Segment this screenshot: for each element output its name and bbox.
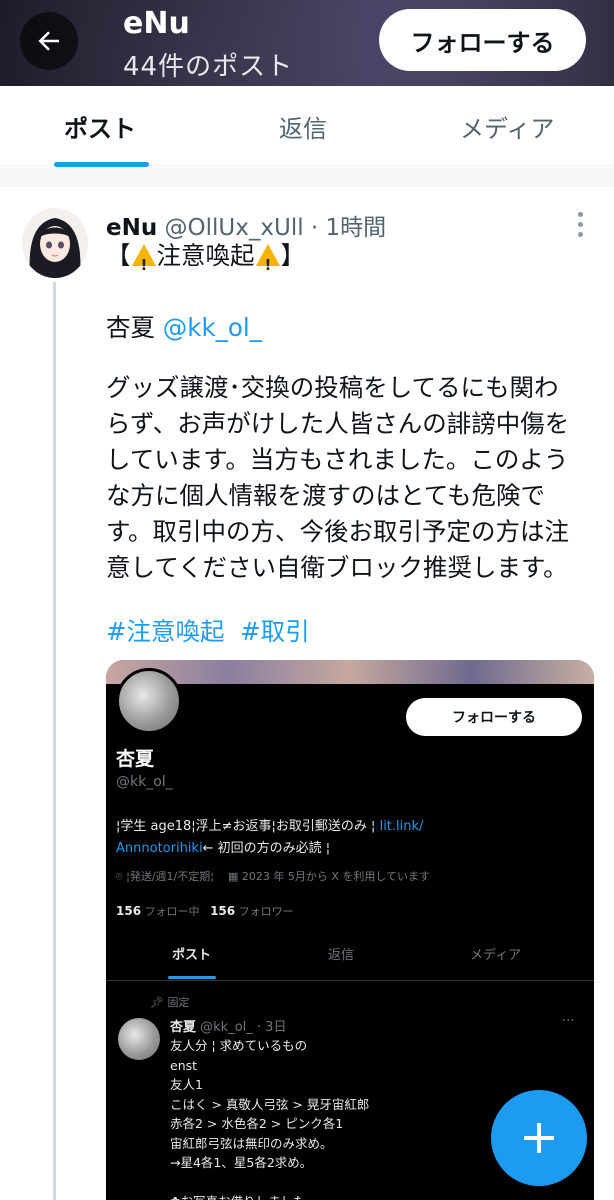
heading-text: 注意喚起 (156, 241, 255, 270)
bio-link: Annnotorihiki (116, 841, 203, 856)
embedded-tab-media: メディア (470, 948, 522, 963)
embedded-post-text: 友人分 ¦ 求めているもの enst 友人1 こはく > 真敬人弓弦 > 晃牙宙… (170, 1036, 369, 1200)
mention-link[interactable]: @kk_ol_ (163, 313, 262, 342)
avatar-image (22, 208, 88, 278)
embedded-post-line: 友人分 ¦ 求めているもの (170, 1038, 308, 1053)
embedded-post-avatar (118, 1018, 160, 1060)
embedded-bio: ¦学生 age18¦浮上≠お返事¦お取引郵送のみ ¦ lit.link/ Ann… (116, 816, 423, 860)
mention-prefix: 杏夏 (106, 313, 163, 342)
embedded-post-line: 赤各2 > 水色各2 > ピンク各1 (170, 1116, 344, 1131)
arrow-left-icon (38, 31, 59, 51)
post-body-line: 意してください自衛ブロック推奨します。 (106, 553, 568, 582)
pinned-text: 固定 (167, 996, 190, 1009)
following-label: フォロー中 (144, 905, 200, 918)
pinned-label: 📌︎ 固定 (150, 994, 189, 1010)
profile-header: eNu 44件のポスト フォローする (0, 0, 614, 86)
bio-text: ¦学生 age18¦浮上≠お返事¦お取引郵送のみ ¦ (116, 819, 376, 834)
embedded-post-name: 杏夏 (170, 1020, 197, 1035)
embedded-stats: 156 フォロー中 156 フォロワー (116, 903, 294, 919)
profile-name: eNu (123, 6, 190, 41)
post-body-line: な方に個人情報を渡すのはとても危険で (106, 481, 546, 510)
more-vertical-icon[interactable] (572, 212, 588, 238)
pin-icon: 📌︎ (150, 996, 164, 1009)
post-body-line: らず、お声がけした人皆さんの誹謗中傷を (106, 409, 570, 438)
post-heading: 【注意喚起】 (106, 238, 306, 283)
bio-text: ← 初回の方のみ必読 ¦ (202, 841, 331, 856)
warning-icon (131, 244, 156, 283)
embedded-post-line: enst (170, 1057, 198, 1073)
back-button[interactable] (20, 12, 78, 70)
section-divider (0, 167, 614, 187)
warning-icon (255, 244, 280, 283)
embedded-tab-indicator (168, 976, 216, 979)
followers-label: フォロワー (238, 905, 294, 918)
embedded-post-line: 友人1 (170, 1077, 203, 1092)
embedded-profile-name: 杏夏 (116, 748, 155, 770)
post-body-line: しています。当方もされました。このよう (106, 445, 569, 474)
embedded-avatar (116, 668, 182, 734)
embedded-post-handle: @kk_ol_ · 3日 (200, 1020, 287, 1035)
embedded-post-line: →星4各1、星5各2求め。 (170, 1155, 313, 1170)
embedded-divider (106, 980, 594, 981)
avatar[interactable] (22, 208, 88, 278)
embedded-meta: ⌾ ¦発送/週1/不定期¦ ▦ 2023 年 5月から X を利用しています (116, 868, 430, 884)
followers-count: 156 (210, 904, 236, 918)
tab-posts[interactable]: ポスト (64, 86, 136, 166)
post-author: eNu @OllUx_xUll · 1時間 (106, 208, 386, 242)
bracket-close: 】 (280, 241, 306, 270)
location-icon: ⌾ (116, 870, 123, 883)
post-count: 44件のポスト (123, 52, 294, 82)
post-mention-line: 杏夏 @kk_ol_ (106, 310, 262, 346)
bio-link: lit.link/ (379, 819, 424, 834)
embedded-banner (106, 660, 594, 684)
hashtag-link[interactable]: #取引 (240, 617, 310, 646)
bracket-open: 【 (106, 241, 131, 270)
tab-replies[interactable]: 返信 (279, 86, 327, 166)
embedded-post-line: 宙紅郎弓弦は無印のみ求め。 (170, 1135, 333, 1151)
meta-location: ¦発送/週1/不定期¦ (126, 870, 214, 883)
embedded-tab-posts: ポスト (172, 948, 212, 963)
hashtags: #注意喚起 #取引 (106, 614, 310, 650)
thread-line (53, 282, 56, 1200)
embedded-post-author: 杏夏 @kk_ol_ · 3日 (170, 1016, 286, 1035)
following-count: 156 (116, 904, 142, 918)
meta-joined: 2023 年 5月から X を利用しています (241, 870, 431, 883)
hashtag-link[interactable]: #注意喚起 (106, 617, 225, 646)
embedded-follow-button: フォローする (406, 698, 582, 736)
tab-media[interactable]: メディア (460, 86, 554, 166)
post-time[interactable]: 1時間 (326, 215, 387, 241)
profile-tabs: ポスト 返信 メディア (0, 86, 614, 166)
plus-icon (524, 1123, 554, 1153)
embedded-post-line: ✿お写真お借りしました。 (170, 1192, 369, 1200)
separator-dot: · (303, 215, 326, 241)
post-body-line: す。取引中の方、今後お取引予定の方は注 (106, 517, 570, 546)
embedded-post-line: こはく > 真敬人弓弦 > 晃牙宙紅郎 (170, 1096, 370, 1112)
embedded-post-line (170, 1173, 369, 1193)
post-body-line: グッズ譲渡･交換の投稿をしてるにも関わ (106, 373, 559, 402)
calendar-icon: ▦ (227, 870, 239, 883)
embedded-profile-handle: @kk_ol_ (116, 774, 173, 790)
follow-button[interactable]: フォローする (379, 9, 586, 71)
compose-button[interactable] (491, 1090, 587, 1186)
embedded-tab-replies: 返信 (328, 948, 355, 963)
more-horizontal-icon: ··· (562, 1014, 575, 1029)
